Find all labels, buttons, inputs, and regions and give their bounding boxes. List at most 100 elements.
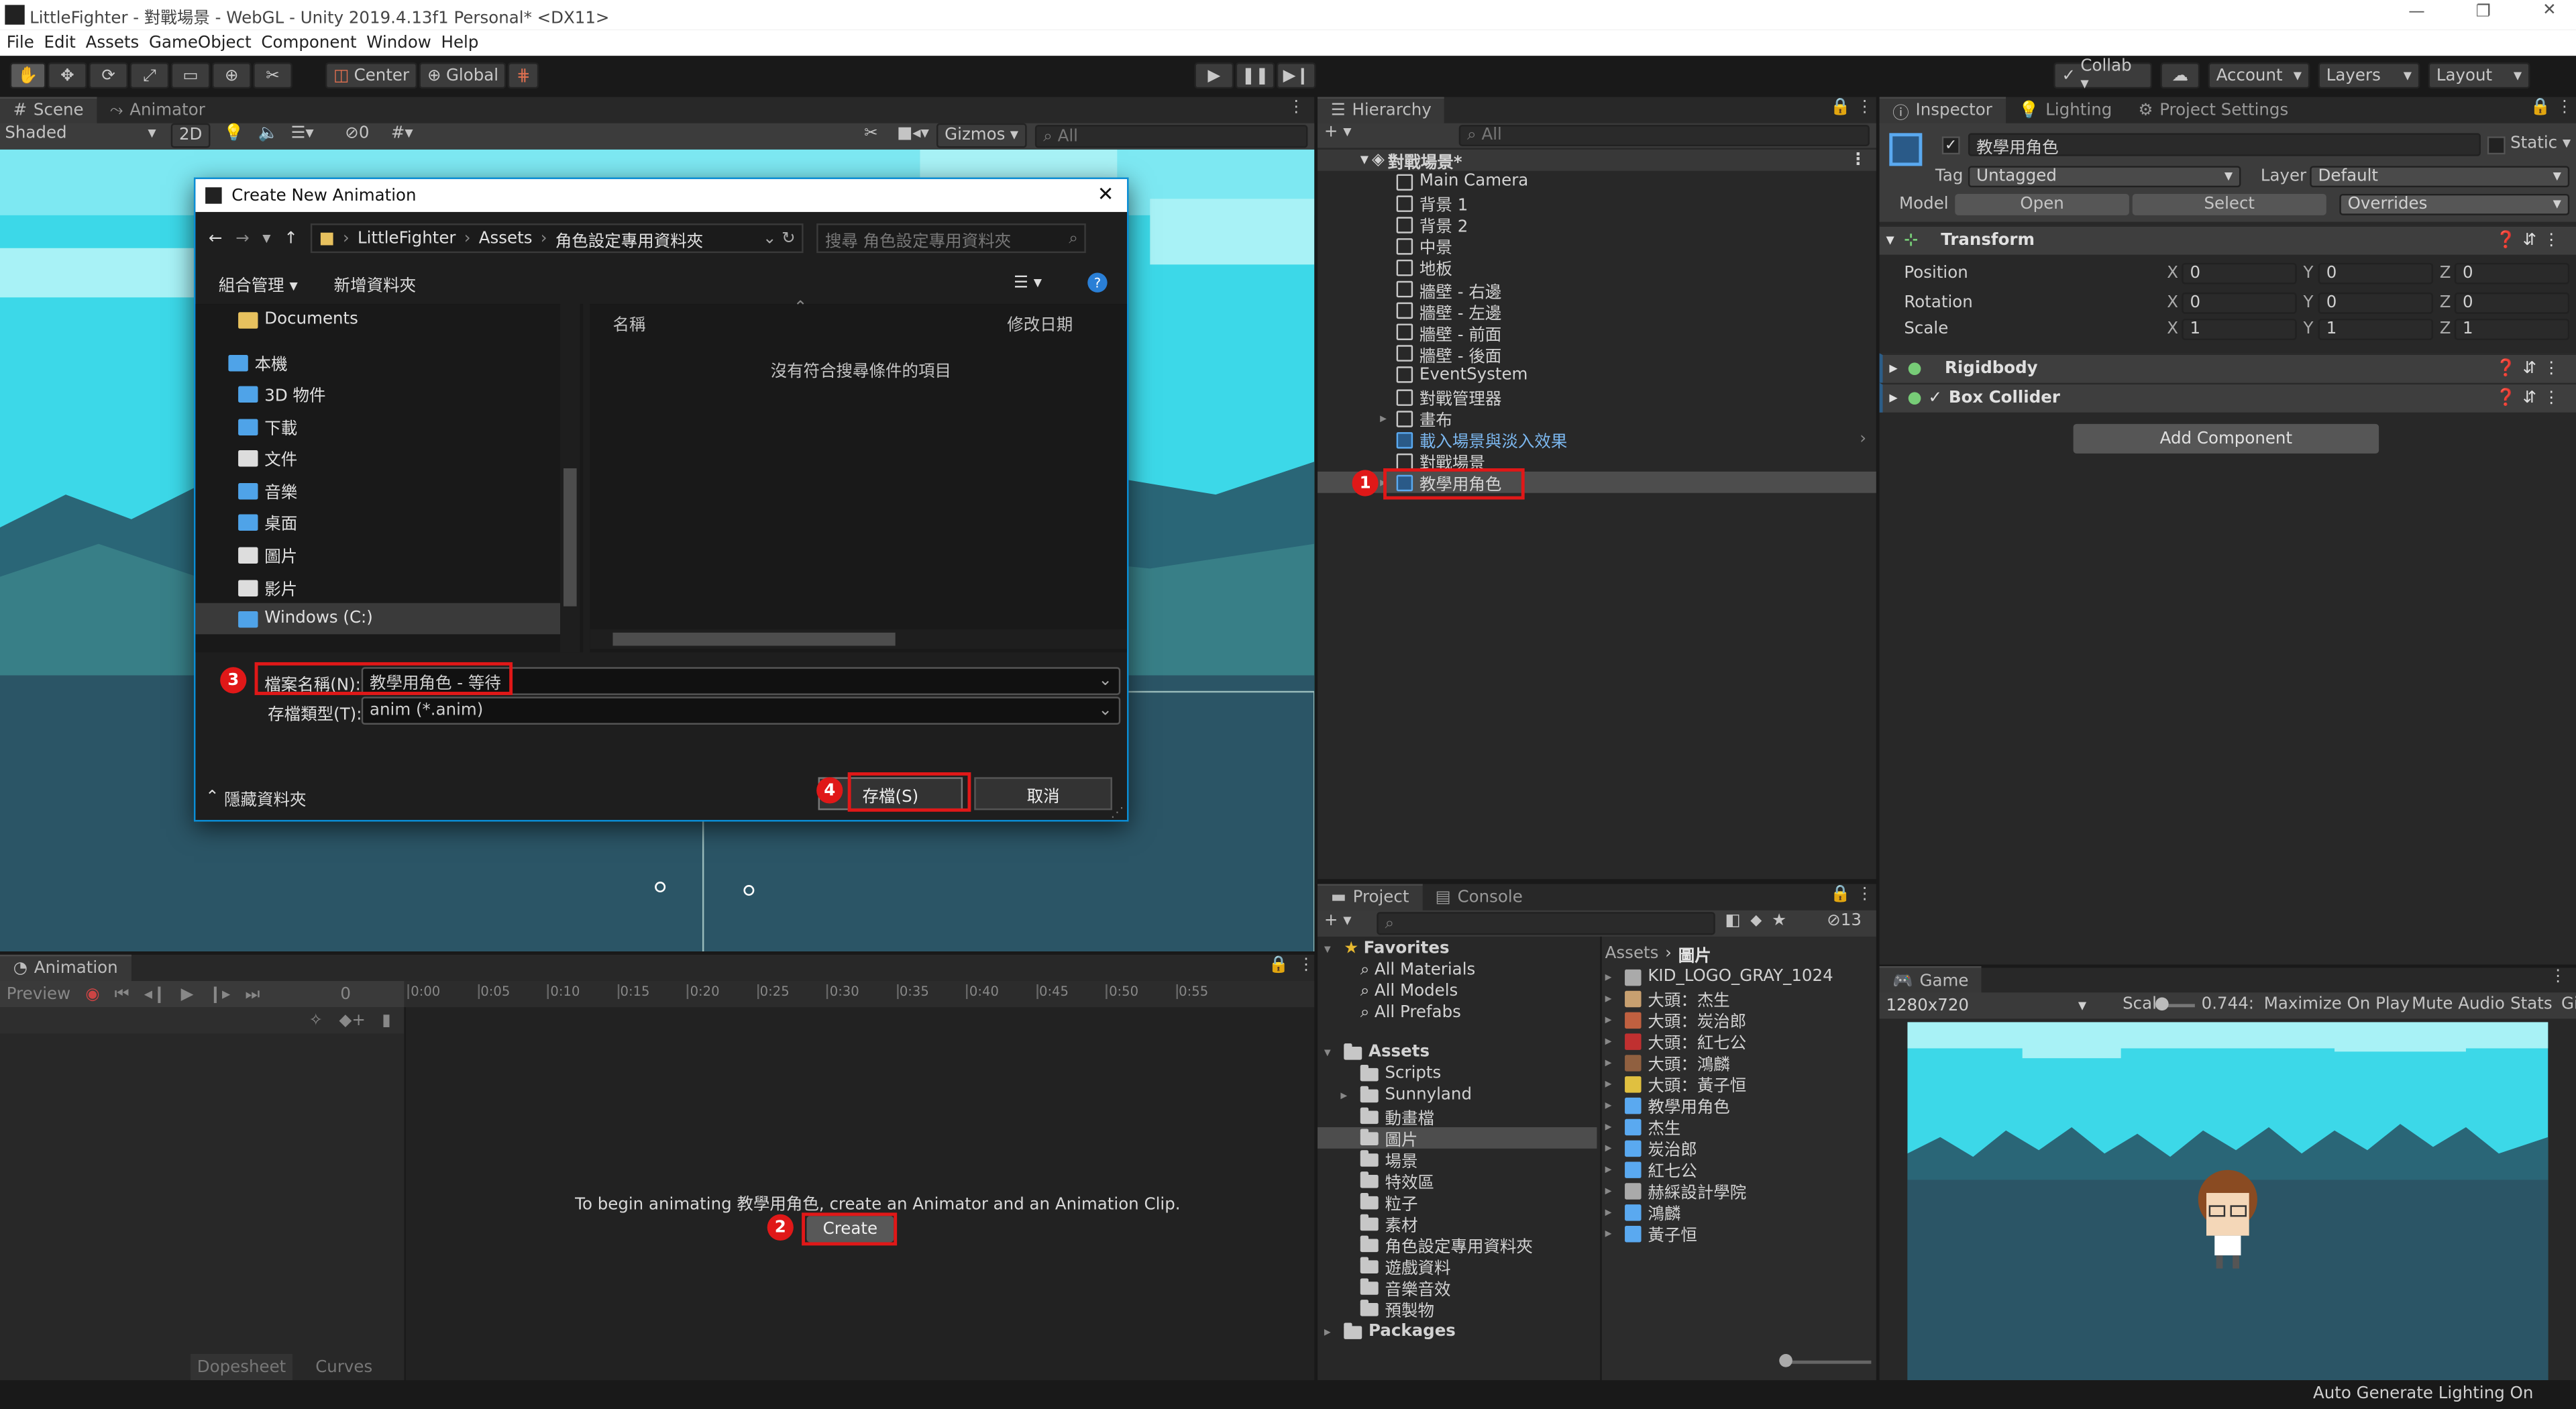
horizontal-scrollbar[interactable]: [590, 629, 1128, 649]
organize-button[interactable]: 組合管理 ▾: [219, 270, 298, 295]
add-key-icon[interactable]: ◆+: [339, 1011, 365, 1029]
panel-menu-icon[interactable]: ⋮: [2557, 99, 2573, 117]
resolution-dropdown[interactable]: 1280x720 ▾: [1880, 994, 2093, 1017]
dropdown-arrow-icon[interactable]: ▾: [262, 229, 270, 248]
hierarchy-item[interactable]: 牆壁 - 左邊: [1318, 300, 1876, 323]
prev-key-icon[interactable]: ◂❙: [144, 985, 166, 1003]
tab-hierarchy[interactable]: ☰ Hierarchy: [1318, 96, 1445, 124]
nav-scrollbar[interactable]: [560, 304, 580, 653]
nav-item[interactable]: 圖片: [195, 539, 583, 570]
static-checkbox[interactable]: [2487, 136, 2506, 155]
effects-toggle-icon[interactable]: ☰▾: [290, 125, 313, 143]
column-header-name[interactable]: 名稱: [612, 311, 645, 335]
project-folder-item[interactable]: 圖片: [1318, 1127, 1597, 1150]
hidden-packages-count[interactable]: ⊘ 13: [1827, 912, 1862, 930]
layers-dropdown[interactable]: Layers ▾: [2318, 62, 2420, 89]
audio-toggle-icon[interactable]: 🔈: [258, 125, 278, 143]
project-folder-item[interactable]: ▾ ★ Favorites: [1318, 938, 1597, 959]
active-checkbox[interactable]: ✓: [1941, 136, 1960, 155]
shading-mode-dropdown[interactable]: Shaded ▾: [5, 125, 156, 143]
project-folder-item[interactable]: ▸ Sunnyland: [1318, 1084, 1597, 1106]
layout-dropdown[interactable]: Layout ▾: [2428, 62, 2530, 89]
project-file-item[interactable]: ▸ 黃子恒: [1602, 1222, 1878, 1245]
nav-item[interactable]: Documents: [195, 304, 583, 335]
lock-icon[interactable]: 🔒: [2530, 99, 2550, 117]
hierarchy-item[interactable]: 背景 2: [1318, 214, 1876, 237]
menu-assets[interactable]: Assets: [86, 34, 140, 52]
scene-search-input[interactable]: ⌕ All: [1034, 125, 1308, 148]
next-key-icon[interactable]: ❙▸: [208, 985, 230, 1003]
path-breadcrumb[interactable]: ■ › LittleFighter › Assets › 角色設定專用資料夾 ⌄ ↻: [311, 223, 804, 254]
menu-window[interactable]: Window: [366, 34, 431, 52]
project-file-item[interactable]: ▸ 大頭：杰生: [1602, 988, 1878, 1010]
first-key-icon[interactable]: ⏮: [115, 985, 129, 1003]
record-icon[interactable]: ◉: [85, 985, 99, 1003]
menu-gameobject[interactable]: GameObject: [149, 34, 252, 52]
project-search-input[interactable]: ⌕: [1377, 912, 1715, 935]
panel-menu-icon[interactable]: ⋮: [1856, 886, 1872, 904]
pivot-center-button[interactable]: ◫ Center: [325, 62, 418, 89]
hierarchy-item[interactable]: 中景: [1318, 236, 1876, 258]
menu-help[interactable]: Help: [441, 34, 479, 52]
project-folder-item[interactable]: 角色設定專用資料夾: [1318, 1234, 1597, 1257]
filetype-select[interactable]: anim (*.anim) ⌄: [361, 696, 1121, 725]
project-file-item[interactable]: ▸ 教學用角色: [1602, 1094, 1878, 1117]
component-icons[interactable]: ❓⇵⋮: [2496, 231, 2566, 250]
tab-curves[interactable]: Curves: [315, 1358, 372, 1376]
hierarchy-item[interactable]: 地板: [1318, 257, 1876, 280]
open-model-button[interactable]: Open: [1955, 193, 2129, 215]
help-icon[interactable]: ?: [1087, 272, 1108, 293]
nav-item[interactable]: 本機: [195, 347, 583, 378]
hidden-objects-toggle[interactable]: ⊘ 0: [345, 125, 369, 143]
breadcrumb-segment[interactable]: Assets: [479, 229, 533, 248]
enabled-checkbox[interactable]: ✓: [1929, 389, 1943, 407]
menu-edit[interactable]: Edit: [44, 34, 75, 52]
tab-lighting[interactable]: 💡 Lighting: [2005, 96, 2125, 124]
create-asset-button[interactable]: + ▾: [1324, 912, 1352, 930]
filter-icon[interactable]: ✧: [309, 1011, 323, 1029]
rotation-z-field[interactable]: 0: [2454, 292, 2570, 314]
play-icon[interactable]: ▶: [181, 985, 194, 1003]
project-file-item[interactable]: ▸ 鴻麟: [1602, 1201, 1878, 1224]
lock-icon[interactable]: 🔒: [1830, 99, 1850, 117]
rotation-y-field[interactable]: 0: [2318, 292, 2433, 314]
resize-grip-icon[interactable]: ⋰: [1111, 805, 1124, 820]
menu-component[interactable]: Component: [261, 34, 356, 52]
column-header-date[interactable]: 修改日期: [1007, 311, 1073, 335]
hide-folders-toggle[interactable]: ⌃ 隱藏資料夾: [205, 786, 306, 811]
scene-root[interactable]: ▾ ◈ 對戰場景* ⋮: [1318, 149, 1876, 172]
transform-tool-icon[interactable]: ⊕: [211, 62, 252, 89]
pause-button[interactable]: ❚❚: [1235, 62, 1275, 89]
hierarchy-item[interactable]: Main Camera: [1318, 171, 1876, 193]
back-arrow-icon[interactable]: ←: [209, 229, 223, 248]
scale-tool-icon[interactable]: ⤢: [129, 62, 170, 89]
overrides-dropdown[interactable]: Overrides ▾: [2339, 193, 2570, 215]
select-model-button[interactable]: Select: [2132, 193, 2326, 215]
2d-toggle[interactable]: 2D: [170, 123, 211, 148]
icon-size-slider[interactable]: [1779, 1353, 1872, 1367]
panel-menu-icon[interactable]: ⋮: [1288, 99, 1304, 117]
cloud-icon[interactable]: ☁: [2160, 62, 2200, 89]
hierarchy-item[interactable]: 對戰管理器: [1318, 386, 1876, 409]
hierarchy-item[interactable]: 牆壁 - 右邊: [1318, 278, 1876, 301]
add-component-button[interactable]: Add Component: [2073, 423, 2379, 454]
scale-y-field[interactable]: 1: [2318, 319, 2433, 340]
step-button[interactable]: ▶❙: [1276, 62, 1316, 89]
dialog-search-input[interactable]: 搜尋 角色設定專用資料夾 ⌕: [816, 223, 1087, 254]
nav-item[interactable]: 3D 物件: [195, 378, 583, 409]
lighting-toggle-icon[interactable]: 💡: [223, 125, 244, 143]
panel-menu-icon[interactable]: ⋮: [2550, 968, 2566, 986]
nav-item[interactable]: 桌面: [195, 506, 583, 537]
nav-item[interactable]: 文件: [195, 442, 583, 474]
project-folder-item[interactable]: ▸ Packages: [1318, 1321, 1597, 1343]
grid-snap-icon[interactable]: ⋕: [508, 62, 539, 89]
transform-header[interactable]: ▾ ⊹ Transform ❓⇵⋮: [1879, 225, 2576, 255]
play-button[interactable]: ▶: [1194, 62, 1234, 89]
hierarchy-item[interactable]: EventSystem: [1318, 364, 1876, 386]
restore-icon[interactable]: ❐: [2476, 3, 2491, 21]
project-folder-item[interactable]: ⌕ All Models: [1318, 981, 1597, 1002]
move-tool-icon[interactable]: ✥: [48, 62, 87, 89]
nav-item[interactable]: 下載: [195, 411, 583, 442]
game-view[interactable]: [1907, 1022, 2548, 1381]
component-icons[interactable]: ❓⇵⋮: [2496, 360, 2566, 378]
